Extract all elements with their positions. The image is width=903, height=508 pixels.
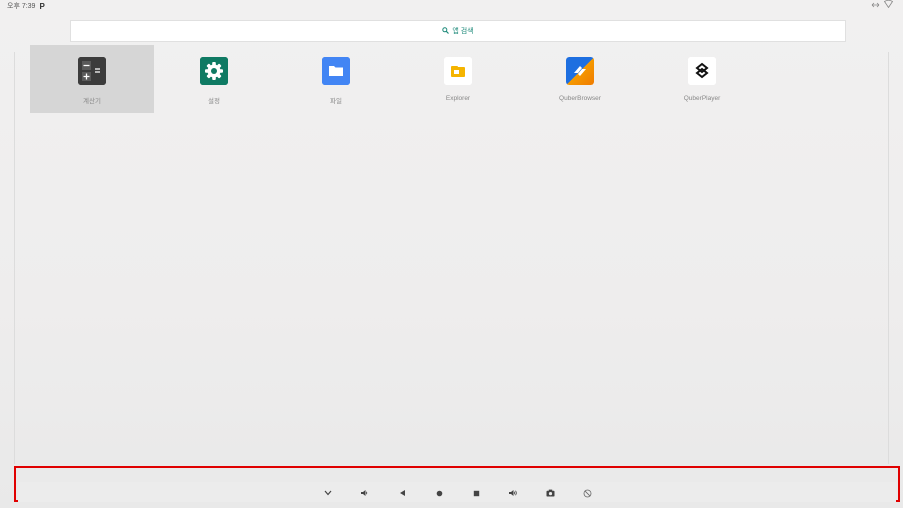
navigation-bar-inner (18, 482, 896, 502)
back-icon[interactable] (395, 488, 409, 498)
left-edge-line (14, 52, 15, 464)
app-quberplayer[interactable]: QuberPlayer (640, 45, 764, 113)
app-quberbrowser[interactable]: QuberBrowser (518, 45, 642, 113)
folder-icon (322, 57, 350, 85)
rotate-screen-icon[interactable] (580, 488, 594, 498)
home-icon[interactable] (432, 488, 446, 498)
volume-down-icon[interactable] (357, 488, 371, 498)
app-label: Explorer (445, 95, 471, 102)
screenshot-camera-icon[interactable] (543, 488, 557, 498)
quberplayer-icon (688, 57, 716, 85)
home-screen: 오후 7:39 P 앱 검색 계산기 설정 파일 Explorer QuberB… (0, 0, 903, 508)
parking-notification-icon: P (39, 2, 45, 11)
app-label: QuberBrowser (559, 95, 601, 102)
wifi-icon (883, 0, 894, 14)
search-label: 앱 검색 (452, 28, 474, 35)
app-label: QuberPlayer (683, 95, 721, 102)
search-icon (442, 26, 450, 36)
app-calculator[interactable]: 계산기 (30, 45, 154, 113)
data-sync-icon (871, 0, 880, 14)
app-label: 설정 (208, 98, 220, 105)
calculator-icon (78, 57, 106, 85)
collapse-chevron-icon[interactable] (321, 488, 335, 498)
settings-gear-icon (200, 57, 228, 85)
clock: 오후 7:39 (7, 3, 36, 10)
explorer-icon (444, 57, 472, 85)
volume-up-icon[interactable] (506, 488, 520, 498)
quberbrowser-icon (566, 57, 594, 85)
navigation-bar (14, 466, 900, 502)
app-search-bar[interactable]: 앱 검색 (70, 20, 846, 42)
app-grid: 계산기 설정 파일 Explorer QuberBrowser QuberPla… (28, 45, 768, 113)
app-label: 파일 (330, 98, 342, 105)
right-edge-line (888, 52, 889, 464)
app-files[interactable]: 파일 (274, 45, 398, 113)
recents-icon[interactable] (469, 488, 483, 498)
app-explorer[interactable]: Explorer (396, 45, 520, 113)
app-settings[interactable]: 설정 (152, 45, 276, 113)
app-label: 계산기 (83, 98, 101, 105)
status-bar: 오후 7:39 P (0, 0, 903, 14)
